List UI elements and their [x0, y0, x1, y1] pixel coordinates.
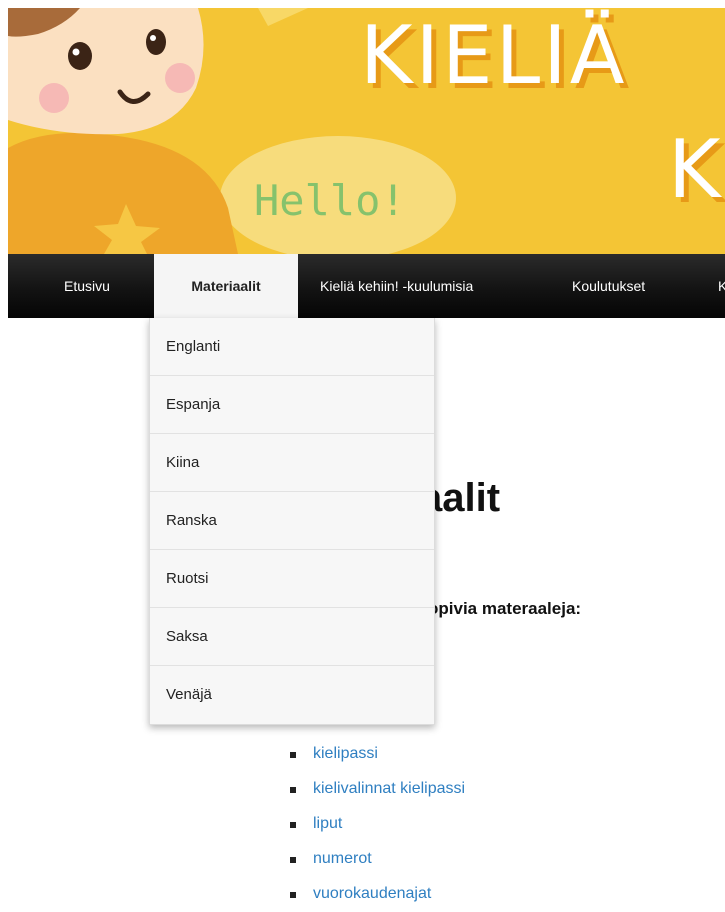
speech-bubble-text: Hello!	[254, 176, 406, 225]
nav-item-truncated[interactable]: K	[718, 254, 725, 318]
dropdown-item-kiina[interactable]: Kiina	[150, 434, 434, 492]
banner-title: KIELIÄ	[360, 9, 628, 102]
nav-item-koulutukset[interactable]: Koulutukset	[572, 254, 645, 318]
dropdown-item-venaja[interactable]: Venäjä	[150, 666, 434, 724]
banner-title-second-line: K	[668, 123, 721, 216]
main-navigation: Etusivu Materiaalit Kieliä kehiin! -kuul…	[8, 254, 725, 318]
nav-item-etusivu[interactable]: Etusivu	[64, 254, 110, 318]
dropdown-item-ranska[interactable]: Ranska	[150, 492, 434, 550]
list-item: vuorokaudenajat	[288, 880, 465, 912]
header-banner: KIELIÄ K Hello!	[8, 8, 725, 254]
materiaalit-dropdown-menu: Englanti Espanja Kiina Ranska Ruotsi Sak…	[149, 318, 435, 725]
dropdown-item-espanja[interactable]: Espanja	[150, 376, 434, 434]
page: KIELIÄ K Hello! Etusivu Materiaalit Kiel…	[0, 0, 725, 912]
list-item: kielipassi	[288, 740, 465, 775]
dropdown-item-englanti[interactable]: Englanti	[150, 318, 434, 376]
link-vuorokaudenajat[interactable]: vuorokaudenajat	[313, 885, 431, 902]
list-item: kielivalinnat kielipassi	[288, 775, 465, 810]
dropdown-item-saksa[interactable]: Saksa	[150, 608, 434, 666]
nav-item-materiaalit[interactable]: Materiaalit	[154, 254, 298, 318]
material-link-list: kielipassi kielivalinnat kielipassi lipu…	[288, 740, 465, 912]
list-item: numerot	[288, 845, 465, 880]
section-subheading: opivia materaaleja:	[428, 599, 582, 618]
link-kielivalinnat-kielipassi[interactable]: kielivalinnat kielipassi	[313, 780, 465, 797]
nav-item-kuulumisia[interactable]: Kieliä kehiin! -kuulumisia	[320, 254, 473, 318]
link-liput[interactable]: liput	[313, 815, 342, 832]
link-numerot[interactable]: numerot	[313, 850, 372, 867]
link-kielipassi[interactable]: kielipassi	[313, 745, 378, 762]
list-item: liput	[288, 810, 465, 845]
dropdown-item-ruotsi[interactable]: Ruotsi	[150, 550, 434, 608]
